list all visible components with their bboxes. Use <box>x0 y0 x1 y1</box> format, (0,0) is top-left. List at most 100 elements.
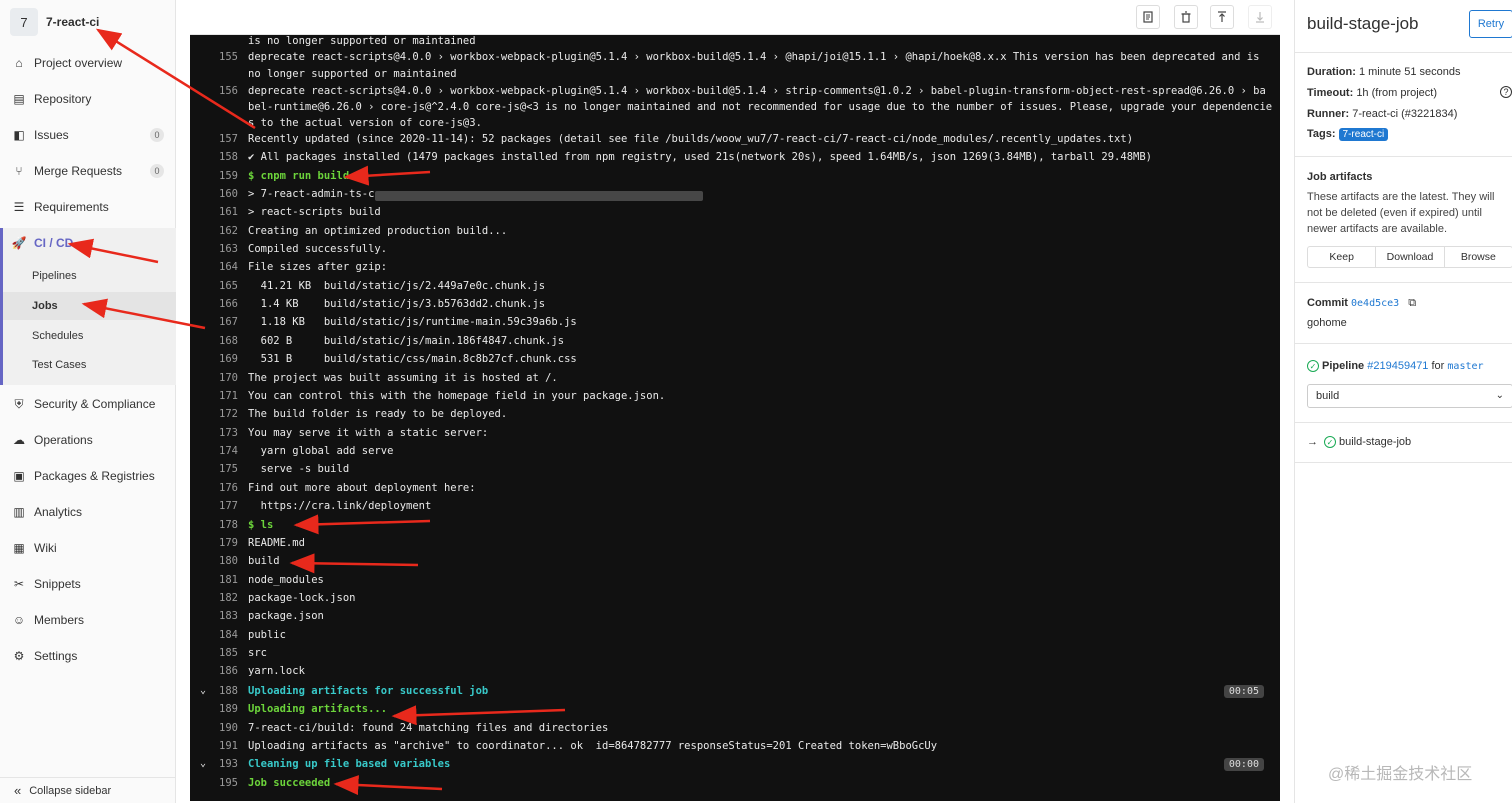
wiki-icon: ▦ <box>13 541 25 555</box>
copy-icon[interactable]: ⧉ <box>1408 297 1416 309</box>
log-line-text: Creating an optimized production build..… <box>248 225 508 237</box>
log-line-text: Uploading artifacts as "archive" to coor… <box>248 740 938 752</box>
scroll-top-button[interactable] <box>1210 5 1234 29</box>
log-line-number[interactable]: 172 <box>190 408 238 420</box>
raw-log-icon <box>1143 11 1153 23</box>
log-line-number[interactable]: 182 <box>190 592 238 604</box>
scroll-bottom-button[interactable] <box>1248 5 1272 29</box>
sidebar-item-merge-requests[interactable]: ⑂ Merge Requests 0 <box>0 158 176 184</box>
collapse-sidebar-label: Collapse sidebar <box>29 784 112 797</box>
stage-select-value: build <box>1316 390 1340 402</box>
log-line-number[interactable]: 178 <box>190 519 238 531</box>
sidebar-item-ci-cd[interactable]: 🚀 CI / CD <box>0 230 176 256</box>
retry-button[interactable]: Retry <box>1469 10 1512 38</box>
count-badge: 0 <box>150 164 164 178</box>
sidebar-item-issues[interactable]: ◧ Issues 0 <box>0 122 176 148</box>
log-line-number[interactable]: 193 <box>190 758 238 770</box>
current-job-row[interactable]: → ✓ build-stage-job <box>1307 436 1411 448</box>
current-job-link[interactable]: build-stage-job <box>1339 436 1411 448</box>
log-line-text: serve -s build <box>248 463 350 475</box>
sidebar-item-repository[interactable]: ▤ Repository <box>0 86 176 112</box>
log-line-number[interactable]: 183 <box>190 610 238 622</box>
sidebar-item-snippets[interactable]: ✂ Snippets <box>0 571 176 597</box>
log-line-number[interactable]: 177 <box>190 500 238 512</box>
log-line-number[interactable]: 174 <box>190 445 238 457</box>
commit-sha-link[interactable]: 0e4d5ce3 <box>1351 298 1399 309</box>
book-icon: ▤ <box>13 92 25 106</box>
log-line-number[interactable]: 188 <box>190 685 238 697</box>
sidebar-subitem-pipelines[interactable]: Pipelines <box>32 265 77 287</box>
log-line-number[interactable]: 181 <box>190 574 238 586</box>
tags-label: Tags: <box>1307 128 1336 140</box>
gear-icon: ⚙ <box>13 649 25 663</box>
question-icon[interactable]: ? <box>1500 86 1512 98</box>
log-line-number[interactable]: 171 <box>190 390 238 402</box>
sidebar-item-project-overview[interactable]: ⌂ Project overview <box>0 50 176 76</box>
job-sidebar: build-stage-job Retry Duration: 1 minute… <box>1294 0 1512 803</box>
collapse-sidebar-button[interactable]: « Collapse sidebar <box>0 777 176 803</box>
log-line-text: yarn.lock <box>248 665 305 677</box>
sidebar-subitem-schedules[interactable]: Schedules <box>32 325 83 347</box>
log-line-text: > 7-react-admin-ts-c <box>248 188 375 200</box>
runner-tag-badge: 7-react-ci <box>1338 128 1389 141</box>
log-line-number[interactable]: 158 <box>190 151 238 163</box>
log-line-number[interactable]: 161 <box>190 206 238 218</box>
erase-log-button[interactable] <box>1174 5 1198 29</box>
log-line-number[interactable]: 159 <box>190 170 238 182</box>
log-line-number[interactable]: 180 <box>190 555 238 567</box>
log-line-number[interactable]: 176 <box>190 482 238 494</box>
log-line-number[interactable]: 185 <box>190 647 238 659</box>
log-line-number[interactable]: 190 <box>190 722 238 734</box>
log-line-number[interactable]: 169 <box>190 353 238 365</box>
log-line-number[interactable]: 168 <box>190 335 238 347</box>
sidebar-subitem-test-cases[interactable]: Test Cases <box>32 354 86 376</box>
log-line-number[interactable]: 167 <box>190 316 238 328</box>
log-line-text: yarn global add serve <box>248 445 394 457</box>
sidebar-item-analytics[interactable]: ▥ Analytics <box>0 499 176 525</box>
log-line-number[interactable]: 173 <box>190 427 238 439</box>
sidebar-item-packages-registries[interactable]: ▣ Packages & Registries <box>0 463 176 489</box>
commit-row: Commit 0e4d5ce3 ⧉ <box>1307 297 1416 310</box>
sidebar-item-members[interactable]: ☺ Members <box>0 607 176 633</box>
status-success-icon: ✓ <box>1324 436 1336 448</box>
download-artifacts-button[interactable]: Download <box>1376 247 1445 267</box>
log-line-text: $ cnpm run build <box>248 170 350 182</box>
sidebar-item-label: Wiki <box>34 541 57 555</box>
log-line-number[interactable]: 166 <box>190 298 238 310</box>
log-line-number[interactable]: 162 <box>190 225 238 237</box>
log-line-number[interactable]: 163 <box>190 243 238 255</box>
log-line-number[interactable]: 156 <box>190 85 238 97</box>
log-line-text: Find out more about deployment here: <box>248 482 476 494</box>
sidebar-item-wiki[interactable]: ▦ Wiki <box>0 535 176 561</box>
project-name[interactable]: 7-react-ci <box>46 15 99 29</box>
log-line-text: 41.21 KB build/static/js/2.449a7e0c.chun… <box>248 280 546 292</box>
sidebar-subitem-jobs[interactable]: Jobs <box>32 295 58 317</box>
log-line-number[interactable]: 175 <box>190 463 238 475</box>
log-line-number[interactable]: 191 <box>190 740 238 752</box>
duration-label: Duration: <box>1307 66 1356 78</box>
log-line-number[interactable]: 186 <box>190 665 238 677</box>
project-header[interactable]: 7 7-react-ci <box>0 0 176 44</box>
log-line-number[interactable]: 165 <box>190 280 238 292</box>
pipeline-for: for <box>1431 360 1445 372</box>
log-line-number[interactable]: 170 <box>190 372 238 384</box>
keep-artifacts-button[interactable]: Keep <box>1308 247 1377 267</box>
log-line-number[interactable]: 157 <box>190 133 238 145</box>
stage-select[interactable]: build ⌄ <box>1307 384 1512 408</box>
log-line-number[interactable]: 155 <box>190 51 238 63</box>
log-line-number[interactable]: 184 <box>190 629 238 641</box>
raw-log-button[interactable] <box>1136 5 1160 29</box>
branch-link[interactable]: master <box>1447 361 1483 372</box>
sidebar-item-settings[interactable]: ⚙ Settings <box>0 643 176 669</box>
log-line-number[interactable]: 179 <box>190 537 238 549</box>
log-line-number[interactable]: 160 <box>190 188 238 200</box>
sidebar-item-requirements[interactable]: ☰ Requirements <box>0 194 176 220</box>
log-line-number[interactable]: 195 <box>190 777 238 789</box>
sidebar-item-operations[interactable]: ☁ Operations <box>0 427 176 453</box>
runner-row: Runner: 7-react-ci (#3221834) <box>1307 108 1457 120</box>
sidebar-item-security-compliance[interactable]: ⛨ Security & Compliance <box>0 391 176 417</box>
pipeline-id-link[interactable]: #219459471 <box>1367 360 1428 372</box>
browse-artifacts-button[interactable]: Browse <box>1445 247 1512 267</box>
log-line-number[interactable]: 189 <box>190 703 238 715</box>
log-line-number[interactable]: 164 <box>190 261 238 273</box>
